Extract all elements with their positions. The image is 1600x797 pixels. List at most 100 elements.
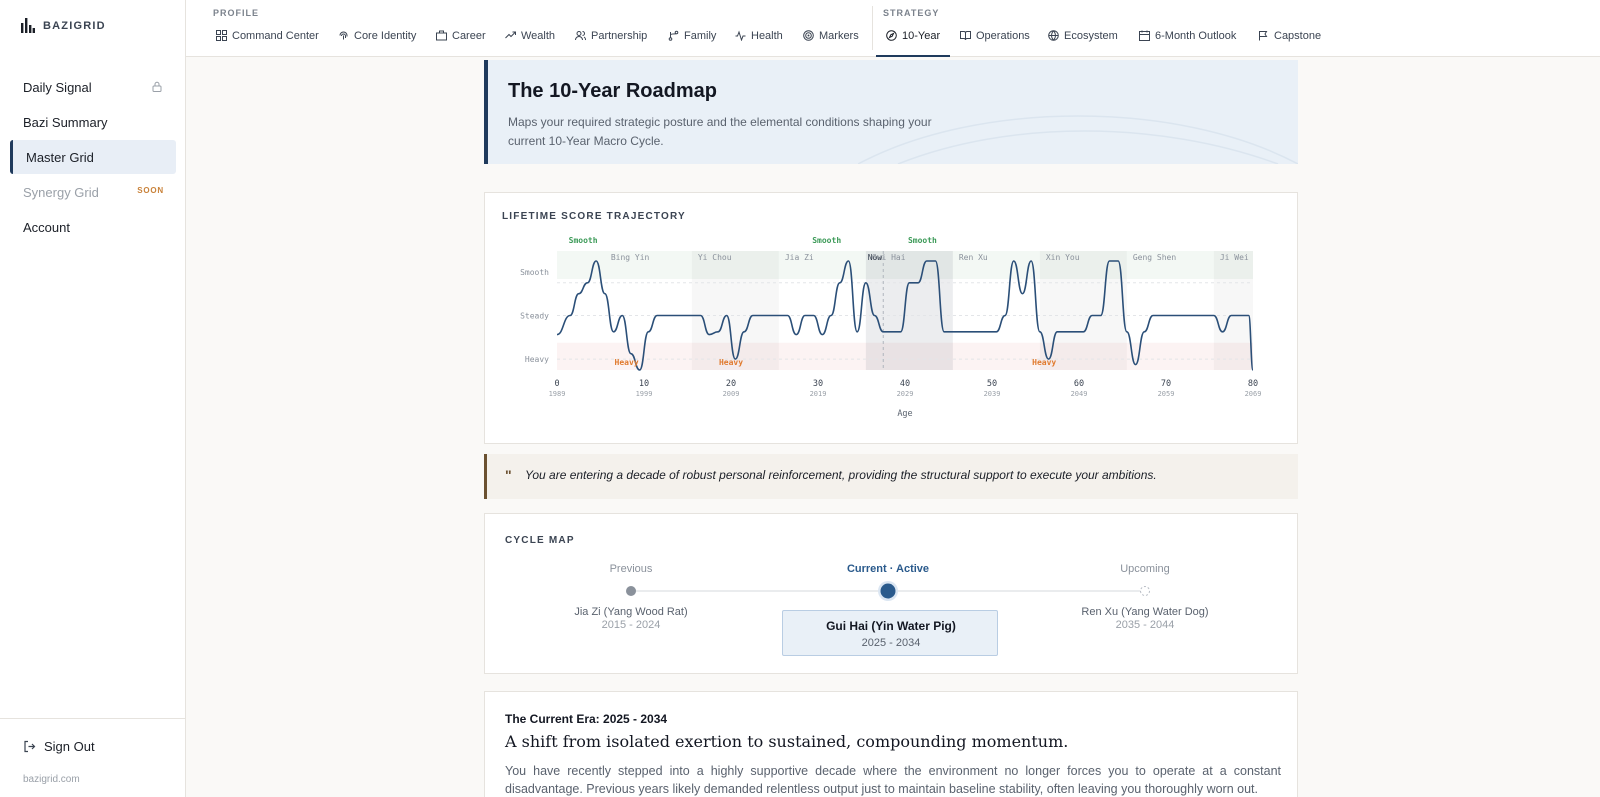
- x-year-label: 2029: [897, 390, 914, 398]
- quote-text: You are entering a decade of robust pers…: [525, 468, 1157, 482]
- brand-name: BAZIGRID: [43, 19, 106, 32]
- sign-out-icon: [24, 740, 36, 753]
- trajectory-card: LIFETIME SCORE TRAJECTORY Bing Yin Yi Cho…: [484, 192, 1298, 444]
- decade-label: Jia Zi: [785, 253, 814, 262]
- sign-out-label: Sign Out: [44, 739, 95, 754]
- decade-label: Yi Chou: [698, 253, 732, 262]
- smooth-annotation: Smooth: [812, 236, 841, 245]
- y-level-label: Smooth: [520, 268, 549, 277]
- brand[interactable]: BAZIGRID: [20, 18, 106, 33]
- footer-domain: bazigrid.com: [23, 774, 80, 785]
- tab-label: Partnership: [591, 30, 648, 42]
- lock-icon: [152, 81, 162, 92]
- compass-icon: [886, 30, 897, 41]
- tab-command-center[interactable]: Command Center: [216, 26, 319, 57]
- pulse-icon: [735, 30, 746, 41]
- smooth-annotation: Smooth: [569, 236, 598, 245]
- sidebar-footer: Sign Out bazigrid.com: [0, 718, 185, 797]
- decade-label: Bing Yin: [611, 253, 650, 262]
- x-year-label: 2009: [723, 390, 740, 398]
- tab-label: 10-Year: [902, 30, 941, 42]
- upcoming-label: Upcoming: [1120, 563, 1170, 575]
- sidebar-item-label: Master Grid: [26, 149, 94, 165]
- sidebar-item-label: Daily Signal: [23, 79, 92, 95]
- tab-6-month-outlook[interactable]: 6-Month Outlook: [1139, 26, 1236, 57]
- tab-label: Markers: [819, 30, 859, 42]
- page-subtitle: Maps your required strategic posture and…: [508, 115, 932, 148]
- tab-label: Career: [452, 30, 486, 42]
- current-label: Current · Active: [846, 563, 930, 575]
- current-era-card: The Current Era: 2025 - 2034 A shift fro…: [484, 691, 1298, 797]
- tab-label: Command Center: [232, 30, 319, 42]
- tab-10-year[interactable]: 10-Year: [876, 26, 951, 57]
- current-cycle-box[interactable]: Gui Hai (Yin Water Pig) 2025 - 2034: [782, 610, 998, 656]
- tab-core-identity[interactable]: Core Identity: [338, 26, 416, 57]
- tab-label: 6-Month Outlook: [1155, 30, 1237, 42]
- previous-cycle-name: Jia Zi (Yang Wood Rat): [574, 606, 688, 618]
- decade-label: Ji Wei: [1220, 253, 1249, 262]
- x-year-label: 2069: [1245, 390, 1262, 398]
- x-year-label: 2039: [984, 390, 1001, 398]
- x-year-label: 2059: [1158, 390, 1175, 398]
- sidebar-item-master-grid[interactable]: Master Grid: [10, 140, 176, 174]
- tab-markers[interactable]: Markers: [803, 26, 859, 57]
- tab-capstone[interactable]: Capstone: [1258, 26, 1321, 57]
- sidebar: BAZIGRID Daily Signal Bazi Summary Maste…: [0, 0, 186, 797]
- fingerprint-icon: [339, 31, 348, 40]
- tab-partnership[interactable]: Partnership: [575, 26, 647, 57]
- current-node: [880, 583, 896, 599]
- briefcase-icon: [436, 30, 447, 41]
- cycle-map-card: CYCLE MAP Previous Current · Active Upco…: [484, 513, 1298, 674]
- tab-wealth[interactable]: Wealth: [505, 26, 555, 57]
- sidebar-item-daily-signal[interactable]: Daily Signal: [10, 70, 176, 104]
- x-tick-label: 80: [1248, 379, 1258, 389]
- decade-quote: " You are entering a decade of robust pe…: [484, 454, 1298, 499]
- tab-label: Family: [684, 30, 717, 42]
- decade-label: Ren Xu: [959, 253, 988, 262]
- calendar-icon: [1139, 30, 1150, 41]
- decade-label: Geng Shen: [1133, 253, 1177, 262]
- users-icon: [575, 31, 586, 41]
- heavy-annotation: Heavy: [1032, 358, 1056, 367]
- sidebar-nav: Daily Signal Bazi Summary Master Grid Sy…: [10, 70, 176, 245]
- decade-shade: [692, 251, 779, 370]
- sidebar-item-synergy-grid[interactable]: Synergy Grid SOON: [10, 175, 176, 209]
- page-title: The 10-Year Roadmap: [508, 80, 717, 102]
- current-cycle-name: Gui Hai (Yin Water Pig): [826, 619, 956, 633]
- tab-label: Core Identity: [354, 30, 417, 42]
- tab-operations[interactable]: Operations: [960, 26, 1030, 57]
- cycle-timeline: [626, 581, 1150, 601]
- main-content[interactable]: The 10-Year Roadmap Maps your required s…: [186, 57, 1600, 797]
- smooth-annotation: Smooth: [908, 236, 937, 245]
- tab-health[interactable]: Health: [735, 26, 783, 57]
- flag-icon: [1259, 31, 1268, 41]
- era-body: You have recently stepped into a highly …: [505, 764, 1281, 796]
- era-title: The Current Era: 2025 - 2034: [505, 712, 668, 726]
- previous-node: [626, 586, 636, 596]
- roadmap-hero: The 10-Year Roadmap Maps your required s…: [484, 60, 1298, 164]
- x-year-label: 2049: [1071, 390, 1088, 398]
- upcoming-node: [1140, 586, 1150, 596]
- tab-ecosystem[interactable]: Ecosystem: [1048, 26, 1118, 57]
- sidebar-item-bazi-summary[interactable]: Bazi Summary: [10, 105, 176, 139]
- branch-icon: [668, 30, 679, 41]
- upcoming-cycle-name: Ren Xu (Yang Water Dog): [1081, 606, 1209, 618]
- previous-cycle-years: 2015 - 2024: [601, 619, 661, 631]
- sidebar-item-account[interactable]: Account: [10, 210, 176, 244]
- globe-icon: [1048, 30, 1059, 41]
- x-tick-label: 30: [813, 379, 823, 389]
- x-year-label: 1999: [636, 390, 653, 398]
- sidebar-item-label: Bazi Summary: [23, 114, 108, 130]
- current-decade-shade: [865, 251, 953, 370]
- previous-label: Previous: [609, 563, 653, 575]
- tab-label: Ecosystem: [1064, 30, 1118, 42]
- tab-family[interactable]: Family: [668, 26, 716, 57]
- tab-career[interactable]: Career: [436, 26, 486, 57]
- current-cycle-years: 2025 - 2034: [861, 637, 921, 649]
- x-year-label: 2019: [810, 390, 827, 398]
- book-icon: [960, 31, 971, 41]
- trend-up-icon: [505, 31, 516, 39]
- sign-out-button[interactable]: Sign Out: [23, 739, 95, 754]
- upcoming-cycle-years: 2035 - 2044: [1115, 619, 1175, 631]
- sidebar-item-label: Synergy Grid: [23, 184, 99, 200]
